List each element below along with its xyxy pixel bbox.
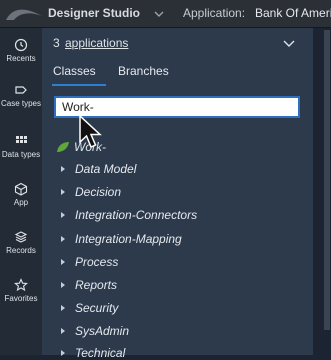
cube-icon bbox=[14, 182, 28, 196]
caret-right-icon[interactable] bbox=[59, 327, 67, 335]
tree-item-label: Process bbox=[75, 255, 119, 269]
case-icon bbox=[15, 85, 27, 94]
pega-logo-icon bbox=[6, 9, 42, 20]
caret-right-icon[interactable] bbox=[59, 165, 67, 173]
rail-item-records[interactable]: Records bbox=[0, 222, 42, 262]
tab-classes[interactable]: Classes bbox=[53, 64, 96, 78]
active-tab-indicator bbox=[52, 84, 106, 86]
tab-branches[interactable]: Branches bbox=[118, 64, 169, 78]
caret-right-icon[interactable] bbox=[59, 188, 67, 196]
rail-item-case-types[interactable]: Case types bbox=[0, 75, 42, 115]
caret-right-icon[interactable] bbox=[59, 281, 67, 289]
scrollbar[interactable] bbox=[324, 30, 330, 330]
chevron-down-icon[interactable] bbox=[282, 38, 296, 50]
tree-item-label: SysAdmin bbox=[75, 324, 130, 338]
leaf-icon bbox=[57, 142, 69, 152]
rail-label: Recents bbox=[6, 53, 36, 63]
star-icon bbox=[14, 277, 28, 291]
tree-item-label: Data Model bbox=[75, 162, 137, 176]
stack-icon bbox=[14, 230, 28, 243]
rail-label: App bbox=[13, 197, 29, 207]
tree-item[interactable]: Integration-Mapping bbox=[59, 232, 182, 246]
chevron-down-icon[interactable] bbox=[153, 8, 165, 20]
caret-right-icon[interactable] bbox=[59, 258, 67, 266]
tree-item-label: Integration-Mapping bbox=[75, 232, 182, 246]
rail-item-app[interactable]: App bbox=[0, 174, 42, 214]
rail-item-recents[interactable]: Recents bbox=[0, 30, 42, 70]
rail-label: Favorites bbox=[4, 293, 38, 303]
top-bar: Designer Studio Application: Bank Of Ame… bbox=[0, 0, 331, 28]
tree-item-label: Reports bbox=[75, 278, 118, 292]
tree-item[interactable]: Technical bbox=[59, 346, 125, 360]
rail-item-favorites[interactable]: Favorites bbox=[0, 270, 42, 310]
application-label: Application: bbox=[183, 6, 246, 20]
tree-item[interactable]: Decision bbox=[59, 185, 121, 199]
application-selector[interactable]: Bank Of Ameri bbox=[255, 6, 331, 20]
left-rail: Recents Case types Data types App Record… bbox=[0, 28, 43, 355]
applications-count: 3 bbox=[53, 36, 60, 50]
caret-right-icon[interactable] bbox=[59, 211, 67, 219]
caret-right-icon[interactable] bbox=[59, 304, 67, 312]
tree-item-label: Decision bbox=[75, 185, 122, 199]
rail-label: Data types bbox=[1, 149, 41, 159]
rail-label: Case types bbox=[0, 98, 42, 108]
mouse-cursor-icon bbox=[79, 114, 102, 148]
tree-item[interactable]: Data Model bbox=[59, 162, 136, 176]
tree-item-label: Technical bbox=[75, 346, 126, 360]
tree-item[interactable]: Integration-Connectors bbox=[59, 208, 197, 222]
app-explorer-panel: 3 applications Classes Branches Work- Da… bbox=[42, 28, 313, 360]
grid-icon bbox=[16, 135, 27, 143]
clock-icon bbox=[14, 38, 28, 51]
rail-label: Records bbox=[6, 245, 36, 255]
applications-link[interactable]: applications bbox=[65, 36, 128, 50]
studio-title[interactable]: Designer Studio bbox=[48, 6, 140, 20]
tree-item[interactable]: Process bbox=[59, 255, 118, 269]
tree-item-label: Security bbox=[75, 301, 119, 315]
tree-item[interactable]: Reports bbox=[59, 278, 117, 292]
caret-right-icon[interactable] bbox=[59, 235, 67, 243]
tree-item-label: Integration-Connectors bbox=[75, 208, 198, 222]
tree-item[interactable]: Security bbox=[59, 301, 118, 315]
rail-item-data-types[interactable]: Data types bbox=[0, 126, 42, 166]
tree-item[interactable]: SysAdmin bbox=[59, 324, 129, 338]
caret-right-icon[interactable] bbox=[59, 349, 67, 357]
